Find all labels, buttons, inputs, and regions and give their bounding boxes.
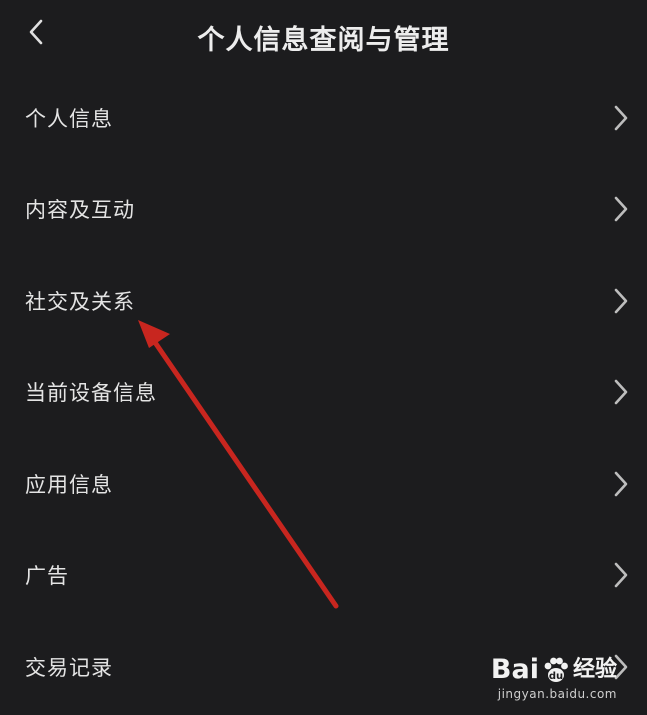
menu-item-label: 应用信息 bbox=[25, 472, 113, 497]
chevron-right-icon bbox=[613, 196, 629, 222]
menu-item-device-info[interactable]: 当前设备信息 bbox=[0, 347, 647, 439]
menu-item-label: 广告 bbox=[25, 564, 69, 589]
page-title: 个人信息查阅与管理 bbox=[197, 25, 450, 56]
chevron-right-icon bbox=[613, 379, 629, 405]
menu-item-label: 内容及互动 bbox=[25, 198, 135, 223]
menu-item-label: 社交及关系 bbox=[25, 289, 135, 314]
menu-item-app-info[interactable]: 应用信息 bbox=[0, 438, 647, 530]
menu-item-social-relations[interactable]: 社交及关系 bbox=[0, 255, 647, 347]
menu-item-personal-info[interactable]: 个人信息 bbox=[0, 72, 647, 164]
menu-item-label: 个人信息 bbox=[25, 106, 113, 131]
settings-list: 个人信息 内容及互动 社交及关系 当前设备信息 应用信息 广告 交易记录 bbox=[0, 72, 647, 713]
chevron-right-icon bbox=[613, 562, 629, 588]
chevron-right-icon bbox=[613, 654, 629, 680]
menu-item-transactions[interactable]: 交易记录 bbox=[0, 621, 647, 713]
menu-item-label: 当前设备信息 bbox=[25, 381, 157, 406]
menu-item-ads[interactable]: 广告 bbox=[0, 530, 647, 622]
menu-item-label: 交易记录 bbox=[25, 655, 113, 680]
chevron-right-icon bbox=[613, 105, 629, 131]
menu-item-content-interaction[interactable]: 内容及互动 bbox=[0, 164, 647, 256]
top-bar: 个人信息查阅与管理 bbox=[0, 0, 647, 72]
chevron-right-icon bbox=[613, 288, 629, 314]
chevron-right-icon bbox=[613, 471, 629, 497]
